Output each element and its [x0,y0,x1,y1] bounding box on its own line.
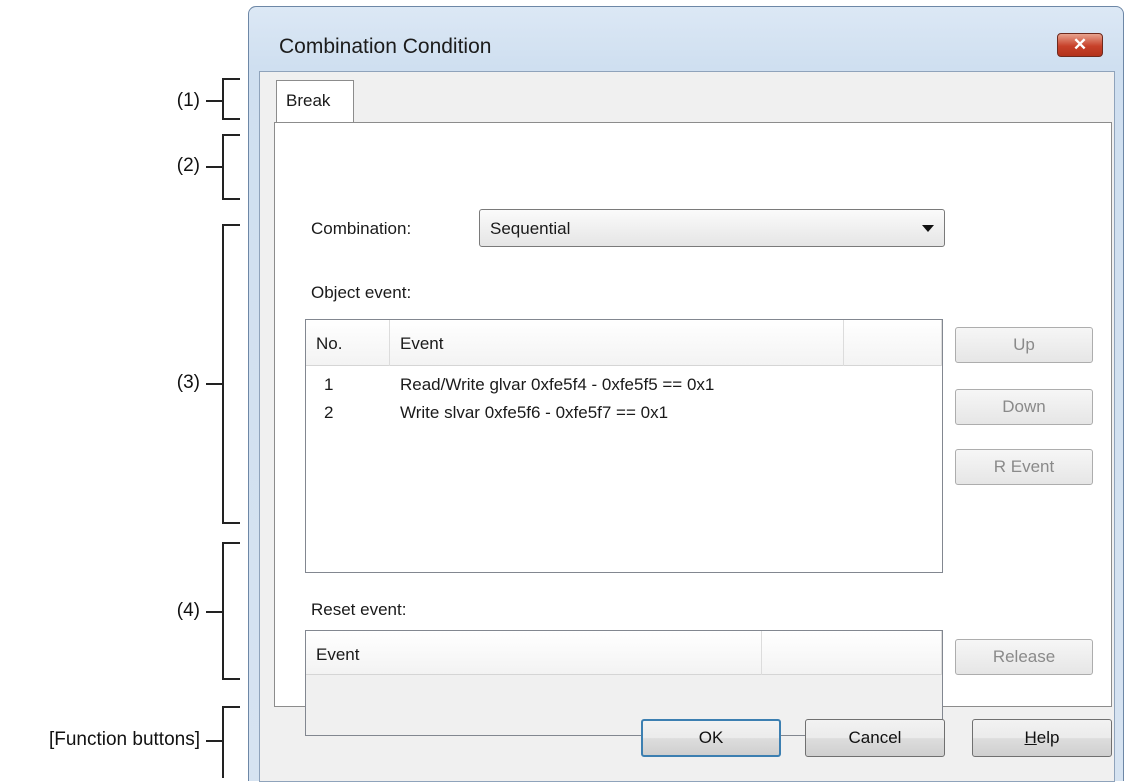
annotation-4-tick [206,611,222,613]
cancel-button[interactable]: Cancel [805,719,945,757]
object-event-list-header: No. Event [306,320,942,366]
table-row[interactable]: 1 Read/Write glvar 0xfe5f4 - 0xfe5f5 == … [306,372,942,400]
annotation-3-tick [206,383,222,385]
column-header-event[interactable]: Event [390,320,844,366]
object-event-label: Object event: [311,283,412,302]
combination-selected-value: Sequential [490,219,571,238]
annotation-2-bracket [222,134,240,200]
help-hotkey-letter: H [1024,728,1037,747]
row-no: 1 [324,375,334,394]
column-header-extra[interactable] [762,631,942,675]
combination-label: Combination: [311,219,412,238]
row-no: 2 [324,403,334,422]
annotation-function-buttons-label: [Function buttons] [48,729,200,750]
annotation-function-buttons-tick [206,740,222,742]
object-event-list[interactable]: No. Event 1 Read/Write glvar 0xfe5f4 - 0… [305,319,943,573]
annotation-function-buttons-bracket [222,706,240,778]
combination-select[interactable]: Sequential [479,209,945,247]
table-row[interactable]: 2 Write slvar 0xfe5f6 - 0xfe5f7 == 0x1 [306,400,942,428]
column-header-extra[interactable] [844,320,942,366]
row-event: Read/Write glvar 0xfe5f4 - 0xfe5f5 == 0x… [400,375,715,394]
annotation-2-tick [206,166,222,168]
tab-break[interactable]: Break [276,80,354,124]
close-button[interactable]: ✕ [1057,33,1103,57]
column-header-event[interactable]: Event [306,631,762,675]
close-icon: ✕ [1072,35,1088,54]
chevron-down-icon [922,225,934,232]
column-header-no[interactable]: No. [306,320,390,366]
annotation-1-tick [206,100,222,102]
dialog-client-area: Break Combination: Sequential Object eve… [259,71,1115,782]
dialog-window: Combination Condition ✕ Break Combinatio… [248,6,1124,782]
annotation-4-label: (4) [176,600,200,621]
tab-break-label: Break [286,91,331,110]
help-label-rest: elp [1036,728,1060,747]
help-button[interactable]: Help [972,719,1112,757]
up-button[interactable]: Up [955,327,1093,363]
reset-event-list-header: Event [306,631,942,675]
annotation-3-bracket [222,224,240,524]
annotation-4-bracket [222,542,240,680]
annotation-3-label: (3) [176,372,200,393]
release-button[interactable]: Release [955,639,1093,675]
annotation-1-label: (1) [176,90,200,111]
annotation-2-label: (2) [176,155,200,176]
break-tab-panel: Combination: Sequential Object event: No… [274,122,1112,736]
window-title: Combination Condition [279,35,492,58]
annotation-1-bracket [222,78,240,120]
reset-event-label: Reset event: [311,600,407,619]
ok-button[interactable]: OK [641,719,781,757]
row-event: Write slvar 0xfe5f6 - 0xfe5f7 == 0x1 [400,403,669,422]
r-event-button[interactable]: R Event [955,449,1093,485]
down-button[interactable]: Down [955,389,1093,425]
